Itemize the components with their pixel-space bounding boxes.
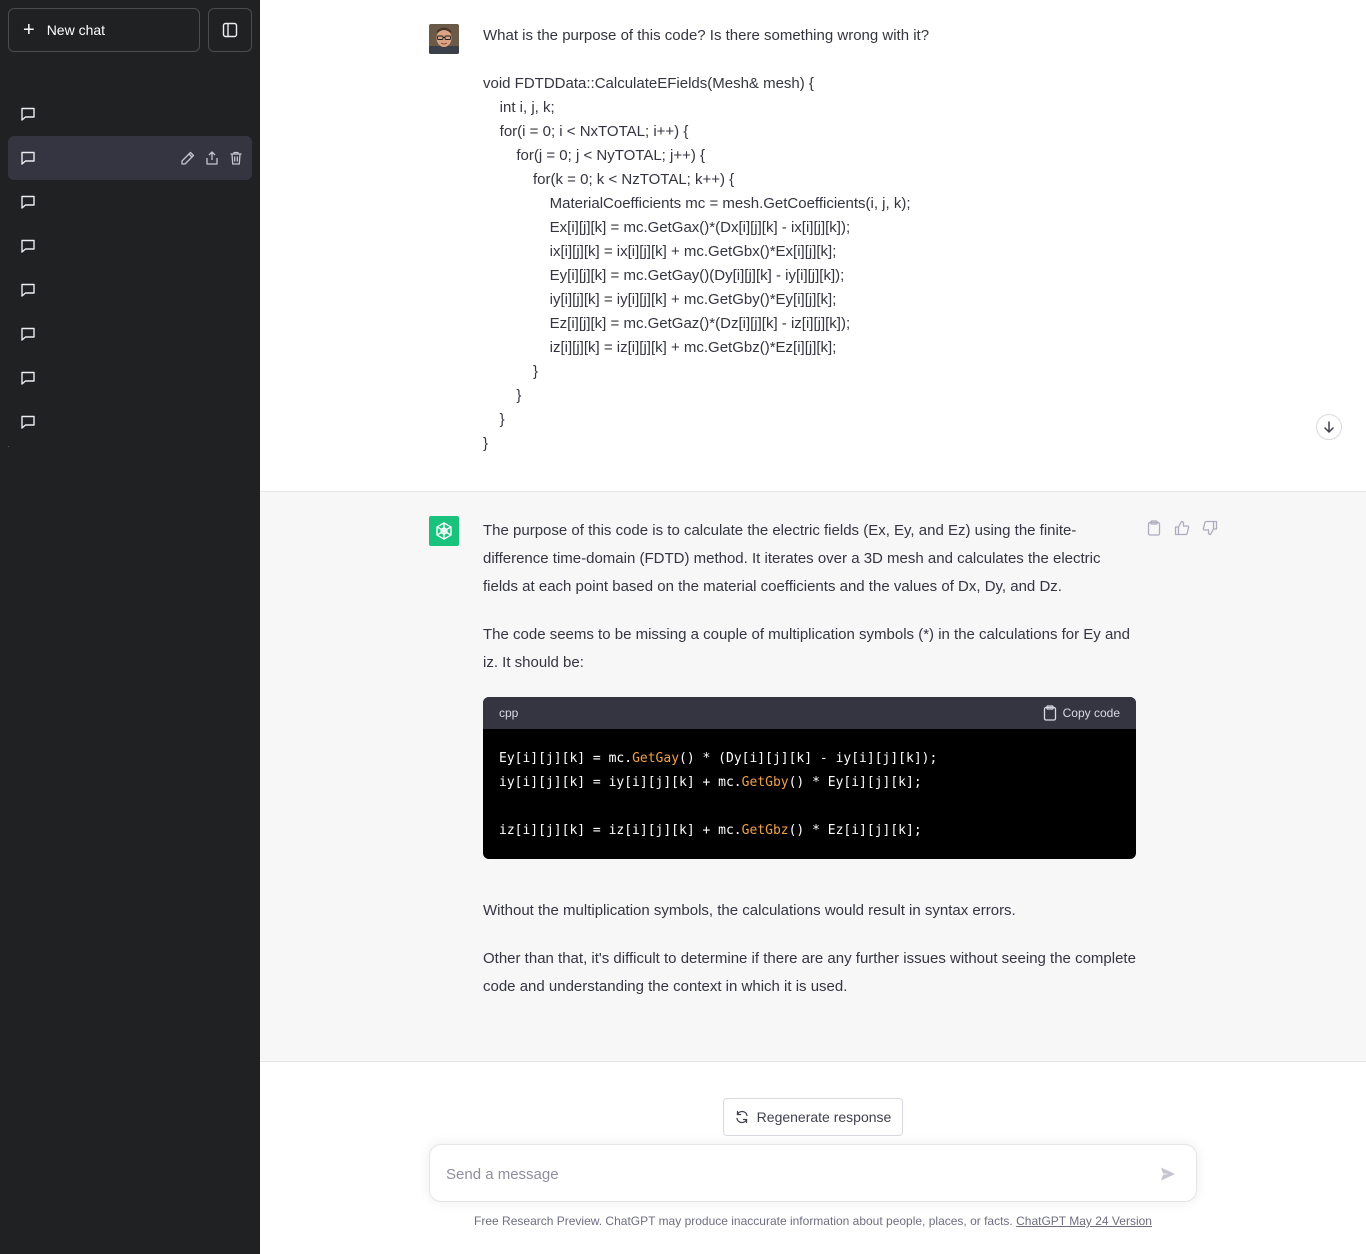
- code-text: () * Ez[i][j][k];: [788, 823, 922, 838]
- assistant-message-text: The purpose of this code is to calculate…: [483, 517, 1136, 1021]
- message-icon: [21, 415, 35, 429]
- code-text: Ey[i][j][k] = mc.: [499, 751, 633, 766]
- message-icon: [21, 327, 35, 341]
- code-block: cpp Copy code Ey[i][j][k] = mc.GetGay() …: [483, 697, 1136, 859]
- user-code-line: MaterialCoefficients mc = mesh.GetCoeffi…: [483, 195, 911, 212]
- assistant-paragraph: Without the multiplication symbols, the …: [483, 902, 1016, 919]
- plus-icon: +: [23, 19, 35, 41]
- message-icon: [21, 151, 35, 165]
- user-code-line: Ex[i][j][k] = mc.GetGax()*(Dx[i][j][k] -…: [483, 219, 851, 236]
- code-text: () * (Dy[i][j][k] - iy[i][j][k]);: [679, 751, 938, 766]
- sidebar-divider: [8, 446, 9, 447]
- code-function-name: GetGby: [741, 775, 789, 790]
- assistant-paragraph: The purpose of this code is to calculate…: [483, 522, 1101, 595]
- user-code-line: }: [483, 435, 489, 452]
- user-question: What is the purpose of this code? Is the…: [483, 27, 930, 44]
- code-block-body: Ey[i][j][k] = mc.GetGay() * (Dy[i][j][k]…: [483, 729, 1136, 859]
- user-message-row: What is the purpose of this code? Is the…: [260, 0, 1366, 492]
- user-code-line: }: [483, 363, 539, 380]
- user-message-text: What is the purpose of this code? Is the…: [483, 24, 1163, 456]
- user-code-snippet: void FDTDData::CalculateEFields(Mesh& me…: [483, 72, 1163, 456]
- message-icon: [21, 239, 35, 253]
- user-code-line: for(i = 0; i < NxTOTAL; i++) {: [483, 123, 689, 140]
- thumbs-down-icon: [1202, 520, 1218, 536]
- send-icon: [1161, 1167, 1175, 1181]
- chat-history-item[interactable]: [8, 356, 252, 400]
- code-block-header: cpp Copy code: [483, 697, 1136, 729]
- copy-response-button[interactable]: [1146, 520, 1162, 536]
- user-code-line: for(j = 0; j < NyTOTAL; j++) {: [483, 147, 706, 164]
- chat-history-item[interactable]: [8, 180, 252, 224]
- code-text: iz[i][j][k] = iz[i][j][k] + mc.: [499, 823, 742, 838]
- user-code-line: ix[i][j][k] = ix[i][j][k] + mc.GetGbx()*…: [483, 243, 837, 260]
- user-code-line: iz[i][j][k] = iz[i][j][k] + mc.GetGbz()*…: [483, 339, 837, 356]
- user-code-line: Ey[i][j][k] = mc.GetGay()(Dy[i][j][k] - …: [483, 267, 845, 284]
- share-icon[interactable]: [204, 150, 220, 166]
- assistant-paragraph: The code seems to be missing a couple of…: [483, 626, 1130, 671]
- message-icon: [21, 283, 35, 297]
- scroll-to-bottom-button[interactable]: [1316, 414, 1342, 440]
- refresh-icon: [736, 1110, 748, 1124]
- regenerate-label: Regenerate response: [756, 1109, 892, 1125]
- chat-history-item[interactable]: [8, 268, 252, 312]
- new-chat-label: New chat: [46, 22, 106, 38]
- message-actions: [1146, 520, 1218, 536]
- main-panel: What is the purpose of this code? Is the…: [260, 0, 1366, 1254]
- message-composer: [429, 1144, 1197, 1202]
- toggle-sidebar-button[interactable]: [208, 8, 252, 52]
- send-button[interactable]: [1158, 1164, 1178, 1184]
- thumbs-up-button[interactable]: [1174, 520, 1190, 536]
- chat-history-item[interactable]: [8, 400, 252, 444]
- thumbs-down-button[interactable]: [1202, 520, 1218, 536]
- sidebar-icon: [222, 22, 238, 38]
- version-link[interactable]: ChatGPT May 24 Version: [1016, 1214, 1152, 1228]
- code-function-name: GetGay: [632, 751, 680, 766]
- chat-history-list: [8, 92, 252, 444]
- user-code-line: }: [483, 411, 505, 428]
- chat-history-item-active[interactable]: [8, 136, 252, 180]
- assistant-paragraph: Other than that, it's difficult to deter…: [483, 950, 1136, 995]
- code-line: iy[i][j][k] = iy[i][j][k] + mc.GetGby() …: [499, 771, 1120, 795]
- code-line: Ey[i][j][k] = mc.GetGay() * (Dy[i][j][k]…: [499, 747, 1120, 771]
- code-text: iy[i][j][k] = iy[i][j][k] + mc.: [499, 775, 742, 790]
- sidebar: + New chat: [0, 0, 260, 1254]
- arrow-down-icon: [1324, 421, 1334, 434]
- code-line: iz[i][j][k] = iz[i][j][k] + mc.GetGbz() …: [499, 819, 1120, 843]
- code-language-label: cpp: [499, 706, 519, 720]
- message-icon: [21, 371, 35, 385]
- trash-icon[interactable]: [228, 150, 244, 166]
- message-icon: [21, 107, 35, 121]
- user-avatar: [429, 24, 459, 54]
- user-code-line: void FDTDData::CalculateEFields(Mesh& me…: [483, 75, 814, 92]
- regenerate-response-button[interactable]: Regenerate response: [723, 1098, 903, 1136]
- user-code-line: int i, j, k;: [483, 99, 555, 116]
- chat-history-item[interactable]: [8, 312, 252, 356]
- assistant-message-row: The purpose of this code is to calculate…: [260, 492, 1366, 1062]
- chatgpt-logo-icon: [429, 516, 459, 546]
- copy-code-button[interactable]: Copy code: [1043, 699, 1120, 727]
- user-code-line: iy[i][j][k] = iy[i][j][k] + mc.GetGby()*…: [483, 291, 837, 308]
- user-code-line: Ez[i][j][k] = mc.GetGaz()*(Dz[i][j][k] -…: [483, 315, 851, 332]
- clipboard-icon: [1147, 520, 1161, 536]
- message-input[interactable]: [446, 1161, 1126, 1187]
- user-code-line: }: [483, 387, 522, 404]
- footer-disclaimer: Free Research Preview. ChatGPT may produ…: [260, 1214, 1366, 1228]
- user-code-line: for(k = 0; k < NzTOTAL; k++) {: [483, 171, 735, 188]
- edit-icon[interactable]: [180, 150, 196, 166]
- copy-code-label: Copy code: [1062, 706, 1120, 720]
- code-function-name: GetGbz: [741, 823, 789, 838]
- chat-history-item[interactable]: [8, 224, 252, 268]
- footer-text: Free Research Preview. ChatGPT may produ…: [474, 1214, 1017, 1228]
- thumbs-up-icon: [1174, 520, 1190, 536]
- message-icon: [21, 195, 35, 209]
- chat-history-item[interactable]: [8, 92, 252, 136]
- clipboard-icon: [1043, 705, 1056, 721]
- code-text: () * Ey[i][j][k];: [788, 775, 922, 790]
- new-chat-button[interactable]: + New chat: [8, 8, 200, 52]
